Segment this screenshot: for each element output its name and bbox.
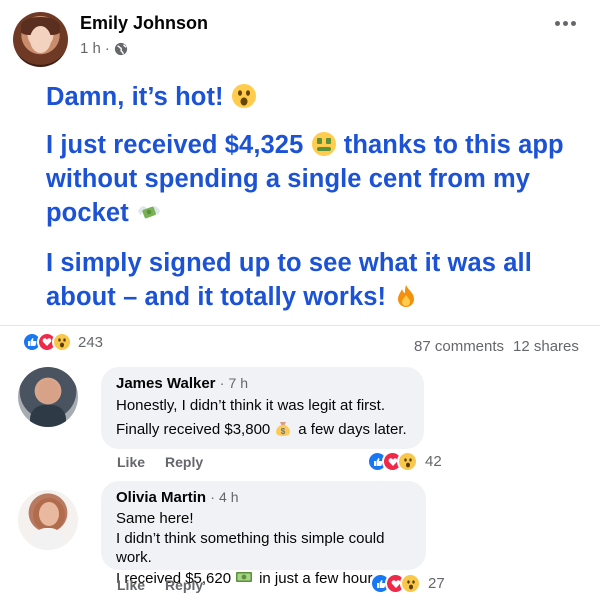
money-bag-emoji: $	[276, 422, 291, 436]
avatar-shoulders	[30, 405, 66, 427]
reaction-count[interactable]: 243	[78, 334, 103, 351]
comment-line-3b: in just a few hours.	[259, 569, 385, 587]
meta-separator: ·	[104, 40, 110, 57]
avatar-shoulders	[32, 528, 64, 550]
like-button[interactable]: Like	[117, 577, 145, 593]
comments-count[interactable]: 87 comments	[414, 338, 504, 355]
reaction-icons	[22, 332, 72, 352]
dollar-banknote-emoji	[236, 571, 253, 582]
wow-reaction-icon	[52, 332, 72, 352]
comment-line-1: Same here!	[116, 510, 194, 527]
comment-reactions[interactable]: 27	[370, 573, 445, 594]
money-mouth-face-emoji	[311, 132, 336, 156]
comment-text: Honestly, I didn’t think it was legit at…	[116, 394, 412, 442]
reply-button[interactable]: Reply	[165, 454, 203, 470]
commenter-name[interactable]: Olivia Martin	[116, 489, 206, 506]
comment-time[interactable]: 4 h	[219, 489, 238, 505]
comment-line-2: I didn’t think something this simple cou…	[116, 529, 385, 567]
comment-bubble: James Walker · 7 h Honestly, I didn’t th…	[101, 367, 424, 449]
comment-header: James Walker · 7 h	[116, 375, 412, 392]
astonished-face-emoji	[231, 84, 256, 108]
post-text-1: Damn, it’s hot!	[46, 83, 224, 111]
wow-reaction-icon	[400, 573, 421, 594]
comment-time-separator: ·	[210, 489, 215, 505]
globe-icon[interactable]	[114, 42, 128, 56]
comment-line-2a: Finally received $3,800	[116, 421, 271, 438]
more-icon[interactable]	[555, 16, 581, 30]
post-time[interactable]: 1 h	[80, 40, 101, 57]
comment-time-separator: ·	[219, 375, 225, 391]
avatar-face	[39, 380, 59, 404]
commenter-name[interactable]: James Walker	[116, 375, 216, 392]
fire-emoji	[398, 285, 415, 307]
comment-line-2: Finally received $3,800 $ a few days lat…	[116, 418, 412, 442]
comment-line-2b: a few days later.	[298, 421, 407, 438]
comment-reaction-count: 42	[425, 453, 442, 470]
avatar-face	[30, 26, 51, 53]
comment-line-1: Honestly, I didn’t think it was legit at…	[116, 397, 385, 414]
post-reactions[interactable]: 243	[22, 332, 103, 352]
post-line-1: Damn, it’s hot!	[46, 80, 566, 114]
wow-reaction-icon	[397, 451, 418, 472]
author-avatar[interactable]	[13, 12, 68, 67]
like-button[interactable]: Like	[117, 454, 145, 470]
post-text-3: I simply signed up to see what it was al…	[46, 249, 532, 311]
commenter-avatar[interactable]	[18, 490, 78, 550]
post-text-2a: I just received $4,325	[46, 131, 304, 159]
commenter-avatar[interactable]	[18, 367, 78, 427]
comment-actions: Like Reply	[117, 454, 203, 470]
comment-header: Olivia Martin · 4 h	[116, 489, 414, 506]
post-body: Damn, it’s hot! I just received $4,325 t…	[46, 80, 566, 314]
post-line-2: I just received $4,325 thanks to this ap…	[46, 128, 566, 230]
comment-reaction-count: 27	[428, 575, 445, 592]
comment-reactions[interactable]: 42	[367, 451, 442, 472]
avatar-face	[39, 502, 59, 526]
comment-time[interactable]: 7 h	[229, 375, 248, 391]
shares-count[interactable]: 12 shares	[513, 338, 579, 355]
comment-actions: Like Reply	[117, 577, 203, 593]
comment-bubble: Olivia Martin · 4 h Same here! I didn’t …	[101, 481, 426, 587]
money-with-wings-emoji	[137, 206, 160, 219]
post-author-name[interactable]: Emily Johnson	[80, 13, 208, 34]
post-line-3: I simply signed up to see what it was al…	[46, 246, 566, 314]
post-divider	[0, 325, 600, 326]
post-meta: 1 h ·	[80, 40, 128, 57]
svg-text:$: $	[281, 427, 286, 436]
reply-button[interactable]: Reply	[165, 577, 203, 593]
